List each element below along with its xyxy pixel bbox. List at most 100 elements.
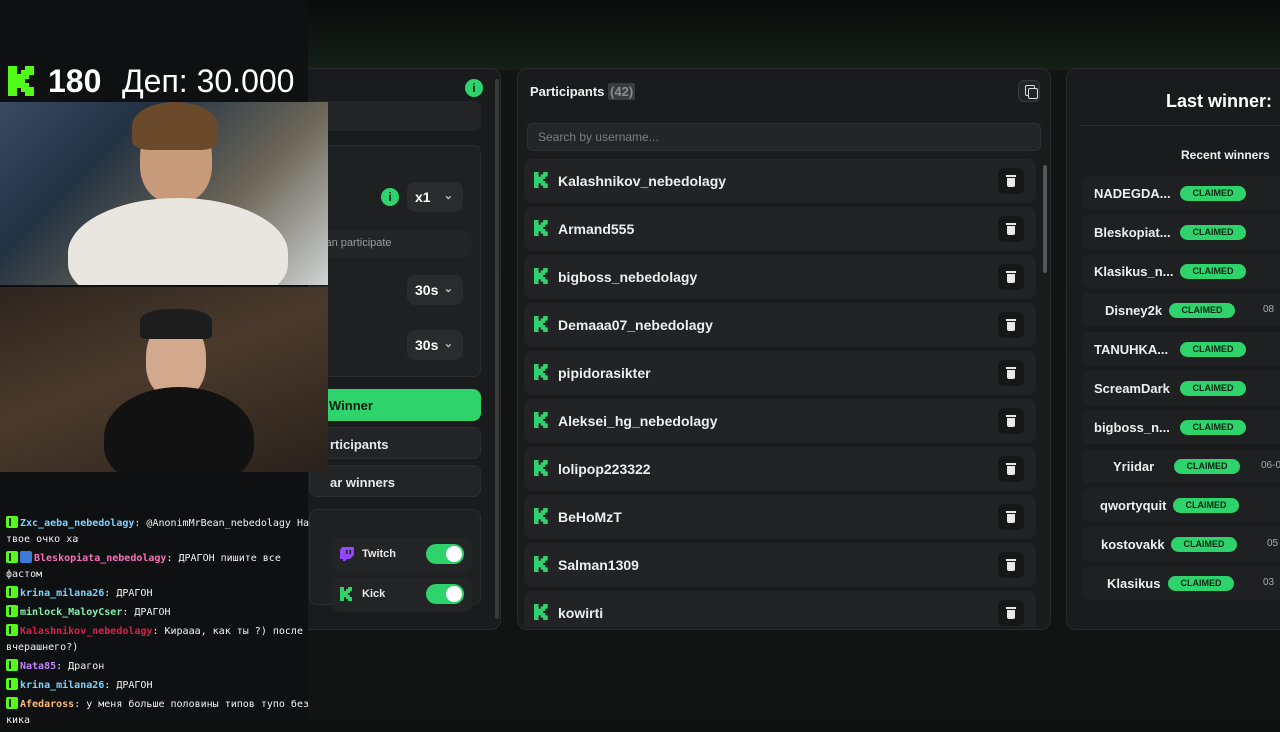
claimed-badge: CLAIMED [1180, 381, 1246, 396]
trash-icon[interactable] [998, 456, 1024, 482]
participant-row[interactable]: Demaaa07_nebedolagy [524, 303, 1036, 347]
scrollbar[interactable] [1043, 165, 1047, 273]
participants-title: Participants (42) [530, 83, 636, 100]
participate-hint: can participate [310, 230, 472, 258]
trash-icon[interactable] [998, 360, 1024, 386]
multiplier-select[interactable]: x1 ⌄ [407, 182, 463, 212]
winner-name: TANUHKA... [1094, 342, 1169, 357]
webcam-1 [0, 102, 328, 285]
title-field[interactable] [309, 101, 481, 131]
winner-date: 06-0 [1261, 460, 1280, 471]
info-icon[interactable]: i [381, 188, 399, 206]
winner-row: Bleskopiat... CLAIMED [1081, 215, 1280, 249]
chevron-down-icon: ⌄ [443, 190, 453, 202]
settings-panel: i i x1 ⌄ can participate 30s ⌄ 30s ⌄ Win… [300, 68, 501, 630]
winner-row: kostovakk CLAIMED 05 [1081, 527, 1280, 561]
trash-icon[interactable] [998, 216, 1024, 242]
participants-panel: Participants (42) Kalashnikov_nebedolagy… [517, 68, 1051, 630]
options-box: i x1 ⌄ can participate 30s ⌄ 30s ⌄ [309, 145, 481, 377]
winner-name: bigboss_n... [1094, 420, 1170, 435]
kick-icon [534, 556, 548, 572]
winner-name: Yriidar [1113, 459, 1155, 474]
participants-button[interactable]: rticipants [309, 427, 481, 459]
chat-username[interactable]: Zxc_aeba_nebedolagy [20, 518, 134, 529]
chat-username[interactable]: Bleskopiata_nebedolagy [34, 553, 166, 564]
participant-name: pipidorasikter [558, 365, 651, 381]
chat-text: : ДРАГОН [104, 588, 153, 599]
scrollbar[interactable] [495, 79, 499, 619]
kick-badge-icon [6, 697, 18, 709]
platform-label: Kick [362, 588, 386, 600]
chat-username[interactable]: Afedaross [20, 699, 74, 710]
person-cap [140, 309, 212, 339]
participants-count: (42) [608, 83, 636, 100]
participant-row[interactable]: kowirti [524, 591, 1036, 627]
kick-icon [534, 364, 548, 380]
info-icon[interactable]: i [465, 79, 483, 97]
kick-icon [340, 587, 352, 601]
participant-name: lolipop223322 [558, 461, 651, 477]
winner-date: 08 [1263, 304, 1275, 315]
person-shirt [104, 387, 254, 472]
twitch-toggle[interactable] [426, 544, 464, 564]
trash-icon[interactable] [998, 504, 1024, 530]
participant-name: Salman1309 [558, 557, 639, 573]
trash-icon[interactable] [998, 264, 1024, 290]
chat-username[interactable]: Kalashnikov_nebedolagy [20, 626, 152, 637]
chat-username[interactable]: Nata85 [20, 661, 56, 672]
sub-badge-icon [20, 551, 32, 563]
winner-name: kostovakk [1101, 537, 1165, 552]
winner-row: NADEGDA... CLAIMED [1081, 176, 1280, 210]
participant-row[interactable]: pipidorasikter [524, 351, 1036, 395]
participant-row[interactable]: bigboss_nebedolagy [524, 255, 1036, 299]
trash-icon[interactable] [998, 600, 1024, 626]
chat-username[interactable]: minlock_MaloyCser [20, 607, 122, 618]
stream-topbar: 180 Деп: 30.000 [0, 58, 308, 104]
multiplier-value: x1 [415, 189, 431, 205]
chat-message: minlock_MaloyCser: ДРАГОН [6, 605, 312, 621]
kick-toggle[interactable] [426, 584, 464, 604]
participant-row[interactable]: lolipop223322 [524, 447, 1036, 491]
timer-select-2[interactable]: 30s ⌄ [407, 330, 463, 360]
chat-text: : ДРАГОН [104, 680, 153, 691]
participant-row[interactable]: Armand555 [524, 207, 1036, 251]
trash-icon[interactable] [998, 312, 1024, 338]
winner-date: 03 [1263, 577, 1275, 588]
search-input[interactable] [527, 123, 1041, 151]
participant-row[interactable]: Salman1309 [524, 543, 1036, 587]
chat-username[interactable]: krina_milana26 [20, 588, 104, 599]
trash-icon[interactable] [998, 408, 1024, 434]
participant-row[interactable]: BeHoMzT [524, 495, 1036, 539]
participant-row[interactable]: Kalashnikov_nebedolagy [524, 159, 1036, 203]
claimed-badge: CLAIMED [1180, 264, 1246, 279]
winner-row: qwortyquit CLAIMED [1081, 488, 1280, 522]
winner-name: Klasikus_n... [1094, 264, 1174, 279]
winner-name: Klasikus [1107, 576, 1161, 591]
claimed-badge: CLAIMED [1180, 186, 1246, 201]
trash-icon[interactable] [998, 168, 1024, 194]
kick-icon [534, 316, 548, 332]
kick-badge-icon [6, 605, 18, 617]
trash-icon[interactable] [998, 552, 1024, 578]
claimed-badge: CLAIMED [1180, 342, 1246, 357]
participant-row[interactable]: Aleksei_hg_nebedolagy [524, 399, 1036, 443]
kick-icon [534, 508, 548, 524]
winner-row: Yriidar CLAIMED 06-0 [1081, 449, 1280, 483]
clear-winners-button[interactable]: ar winners [309, 465, 481, 497]
copy-icon[interactable] [1018, 80, 1040, 102]
claimed-badge: CLAIMED [1169, 303, 1235, 318]
platform-twitch[interactable]: Twitch [332, 538, 472, 572]
claimed-badge: CLAIMED [1180, 420, 1246, 435]
kick-badge-icon [6, 516, 18, 528]
timer-select-1[interactable]: 30s ⌄ [407, 275, 463, 305]
header-glow [308, 0, 1280, 70]
platform-kick[interactable]: Kick [332, 578, 472, 612]
pick-winner-button[interactable]: Winner [309, 389, 481, 421]
chat-message: Bleskopiata_nebedolagy: ДРАГОН пишите вс… [6, 551, 312, 583]
chat-username[interactable]: krina_milana26 [20, 680, 104, 691]
winner-row: ScreamDark CLAIMED [1081, 371, 1280, 405]
participant-name: Kalashnikov_nebedolagy [558, 173, 727, 189]
winner-name: ScreamDark [1094, 381, 1170, 396]
winner-name: Disney2k [1105, 303, 1163, 318]
winner-row: Klasikus CLAIMED 03 [1081, 566, 1280, 600]
